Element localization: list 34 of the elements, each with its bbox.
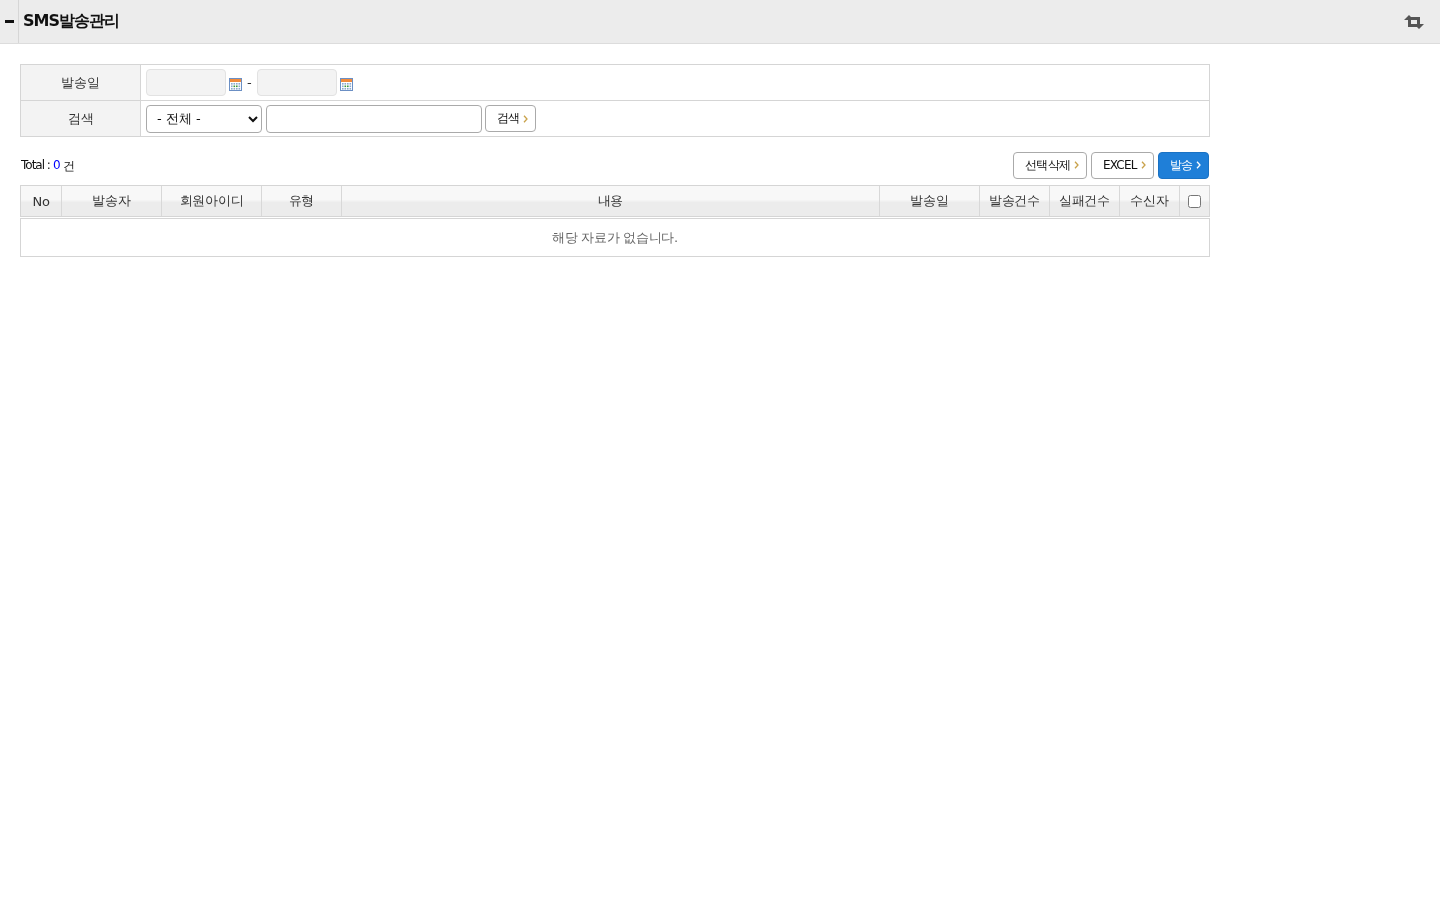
refresh-icon[interactable] xyxy=(1402,13,1426,30)
date-input-field[interactable] xyxy=(146,69,226,96)
total-unit: 건 xyxy=(62,157,74,175)
column-header: 유형 xyxy=(261,186,341,216)
calendar-icon[interactable] xyxy=(339,78,353,91)
excel-export-button[interactable]: EXCEL xyxy=(1091,151,1154,179)
category-select[interactable]: - 전체 - xyxy=(146,104,262,133)
page-title: SMS발송관리 xyxy=(23,11,119,32)
send-button[interactable]: 발송 xyxy=(1157,151,1209,179)
search-button[interactable]: 검색 xyxy=(485,105,537,132)
column-header: 실패건수 xyxy=(1049,186,1119,216)
column-header: 수신자 xyxy=(1119,186,1179,216)
column-header: 내용 xyxy=(341,186,879,216)
column-header: 발송자 xyxy=(61,186,161,216)
date-input-field[interactable] xyxy=(256,69,337,96)
chevron-right-icon xyxy=(523,114,529,123)
total-count: 0 xyxy=(52,157,60,174)
total-label: Total : xyxy=(21,157,50,174)
column-header: 발송건수 xyxy=(979,186,1049,216)
chevron-right-icon xyxy=(1074,161,1079,169)
keyword-input-field[interactable] xyxy=(266,104,482,133)
minus-icon[interactable] xyxy=(4,20,14,23)
column-header: No xyxy=(31,192,51,211)
delete-selected-button[interactable]: 선택삭제 xyxy=(1013,151,1087,179)
calendar-icon[interactable] xyxy=(229,78,242,91)
select-all-checkbox[interactable] xyxy=(1188,194,1201,208)
chevron-right-icon xyxy=(1196,161,1201,169)
filter-label: 검색 xyxy=(21,101,141,136)
empty-message: 해당 자료가 없습니다. xyxy=(552,228,678,247)
column-header: 발송일 xyxy=(879,186,979,216)
range-separator: - xyxy=(247,75,252,90)
column-header: 회원아이디 xyxy=(161,186,261,216)
chevron-right-icon xyxy=(1140,161,1146,169)
filter-label: 발송일 xyxy=(21,65,141,100)
